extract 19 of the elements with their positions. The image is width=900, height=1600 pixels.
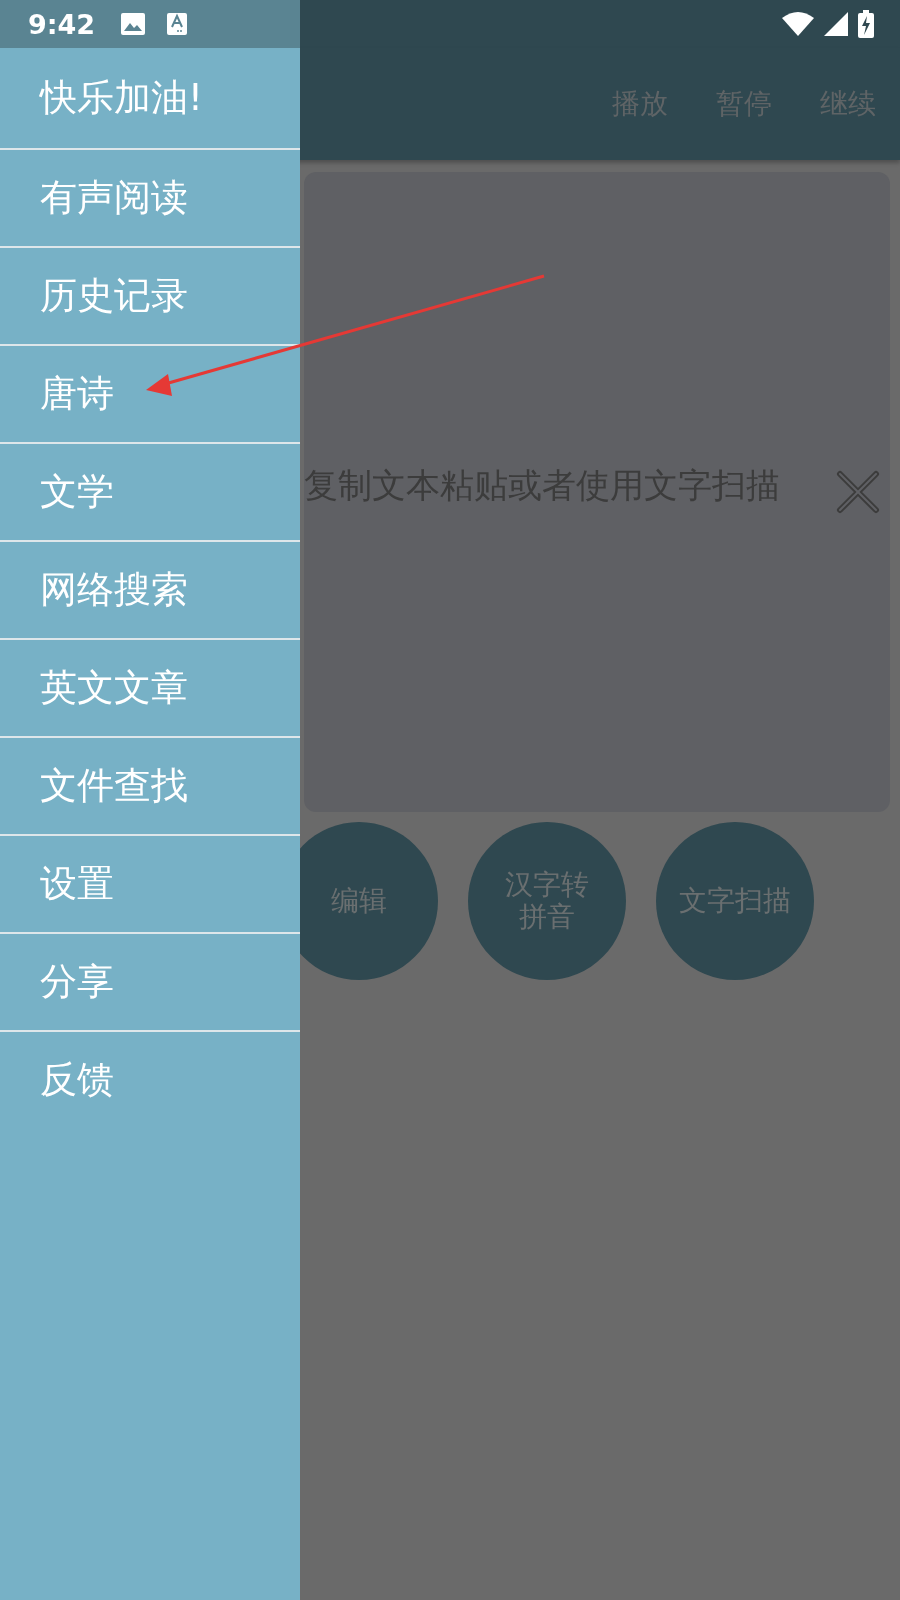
- drawer-item[interactable]: 有声阅读: [0, 150, 300, 248]
- drawer-item[interactable]: 文学: [0, 444, 300, 542]
- drawer-header: 快乐加油!: [0, 48, 300, 150]
- drawer-item[interactable]: 反馈: [0, 1032, 300, 1128]
- close-icon[interactable]: [836, 470, 880, 514]
- drawer-item[interactable]: 英文文章: [0, 640, 300, 738]
- drawer-item[interactable]: 分享: [0, 934, 300, 1032]
- drawer-item[interactable]: 网络搜索: [0, 542, 300, 640]
- wifi-icon: [782, 12, 814, 36]
- round-button[interactable]: 文字扫描: [656, 822, 814, 980]
- text-scan-icon: [167, 13, 188, 35]
- signal-icon: [824, 12, 848, 36]
- drawer-item[interactable]: 文件查找: [0, 738, 300, 836]
- drawer-item[interactable]: 设置: [0, 836, 300, 934]
- status-time: 9:42: [28, 8, 96, 40]
- drawer-item[interactable]: 历史记录: [0, 248, 300, 346]
- battery-charging-icon: [858, 10, 874, 38]
- image-icon: [121, 13, 146, 35]
- round-button[interactable]: 汉字转 拼音: [468, 822, 626, 980]
